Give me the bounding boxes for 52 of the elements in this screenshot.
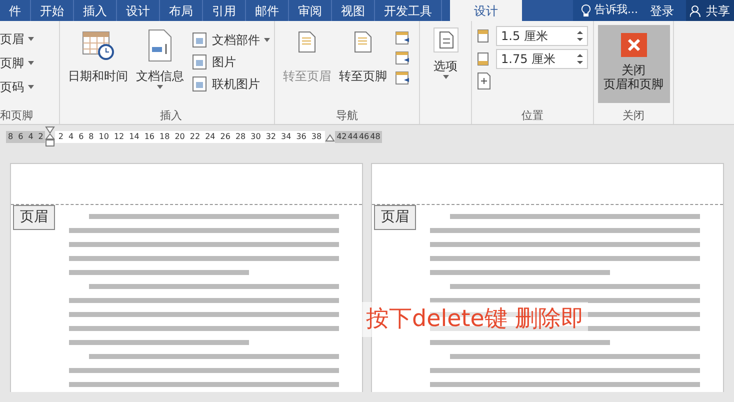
document-icon <box>297 31 317 53</box>
caret-icon <box>28 85 34 89</box>
picture-button[interactable]: 图片 <box>192 53 270 71</box>
insert-alignment-tab-icon[interactable] <box>476 72 492 90</box>
group-label: 导航 <box>335 108 359 124</box>
date-time-button[interactable]: 日期和时间 <box>68 29 128 108</box>
ribbon-menu-button[interactable]: 页脚 <box>0 54 59 72</box>
share-button[interactable]: 共享 <box>686 0 734 21</box>
picture-icon <box>192 76 208 92</box>
right-indent-marker-icon[interactable] <box>324 132 335 142</box>
group-label: 位置 <box>520 108 544 124</box>
picture-icon <box>192 32 208 48</box>
tell-me-field[interactable]: 告诉我... <box>580 2 638 19</box>
link-previous-icon[interactable] <box>395 71 411 85</box>
online-picture-button[interactable]: 联机图片 <box>192 75 270 93</box>
distance-spin-field[interactable]: 1.5 厘米 <box>496 26 588 46</box>
caret-icon <box>264 38 270 42</box>
spin-arrows-icon <box>577 30 583 42</box>
document-icon <box>353 31 373 53</box>
options-button[interactable]: 选项 <box>432 27 458 79</box>
doc-info-button[interactable]: 文档信息 <box>136 29 184 108</box>
login-link[interactable]: 登录 <box>650 2 674 20</box>
ribbon-menu-button[interactable]: 页码 <box>0 78 59 96</box>
caret-icon <box>28 61 34 65</box>
indent-marker-icon[interactable] <box>45 126 56 148</box>
document-icon <box>146 29 174 63</box>
close-icon <box>620 33 646 57</box>
ruler-numbers: 8 6 4 2 <box>6 131 46 143</box>
ribbon-menu-button[interactable]: 页眉 <box>0 30 59 48</box>
group-label: 关闭 <box>622 108 644 124</box>
spin-arrows-icon <box>577 53 583 65</box>
close-header-footer-button[interactable]: 关闭 页眉和页脚 <box>598 25 670 103</box>
group-label: 和页脚 <box>0 108 34 124</box>
group-label: 插入 <box>159 108 183 124</box>
caret-icon <box>442 75 448 79</box>
go-to-footer-button[interactable]: 转至页脚 <box>339 31 387 108</box>
lightbulb-icon <box>580 4 590 17</box>
header-tag: 页眉 <box>13 205 55 230</box>
distance-spin-field[interactable]: 1.75 厘米 <box>496 49 588 69</box>
ribbon-tab[interactable]: 设计 <box>450 0 522 21</box>
checklist-icon <box>432 27 458 53</box>
caret-icon <box>157 85 163 89</box>
previous-section-icon[interactable] <box>395 31 411 45</box>
calendar-clock-icon <box>81 29 115 61</box>
doc-parts-button[interactable]: 文档部件 <box>192 31 270 49</box>
picture-icon <box>192 54 208 70</box>
header-tag: 页眉 <box>374 205 416 230</box>
ruler-numbers: 42 4446 48 <box>334 131 382 143</box>
next-section-icon[interactable] <box>395 51 411 65</box>
caret-icon <box>28 37 34 41</box>
video-caption: 按下delete键 删除即 <box>362 302 588 336</box>
person-icon <box>690 4 702 16</box>
